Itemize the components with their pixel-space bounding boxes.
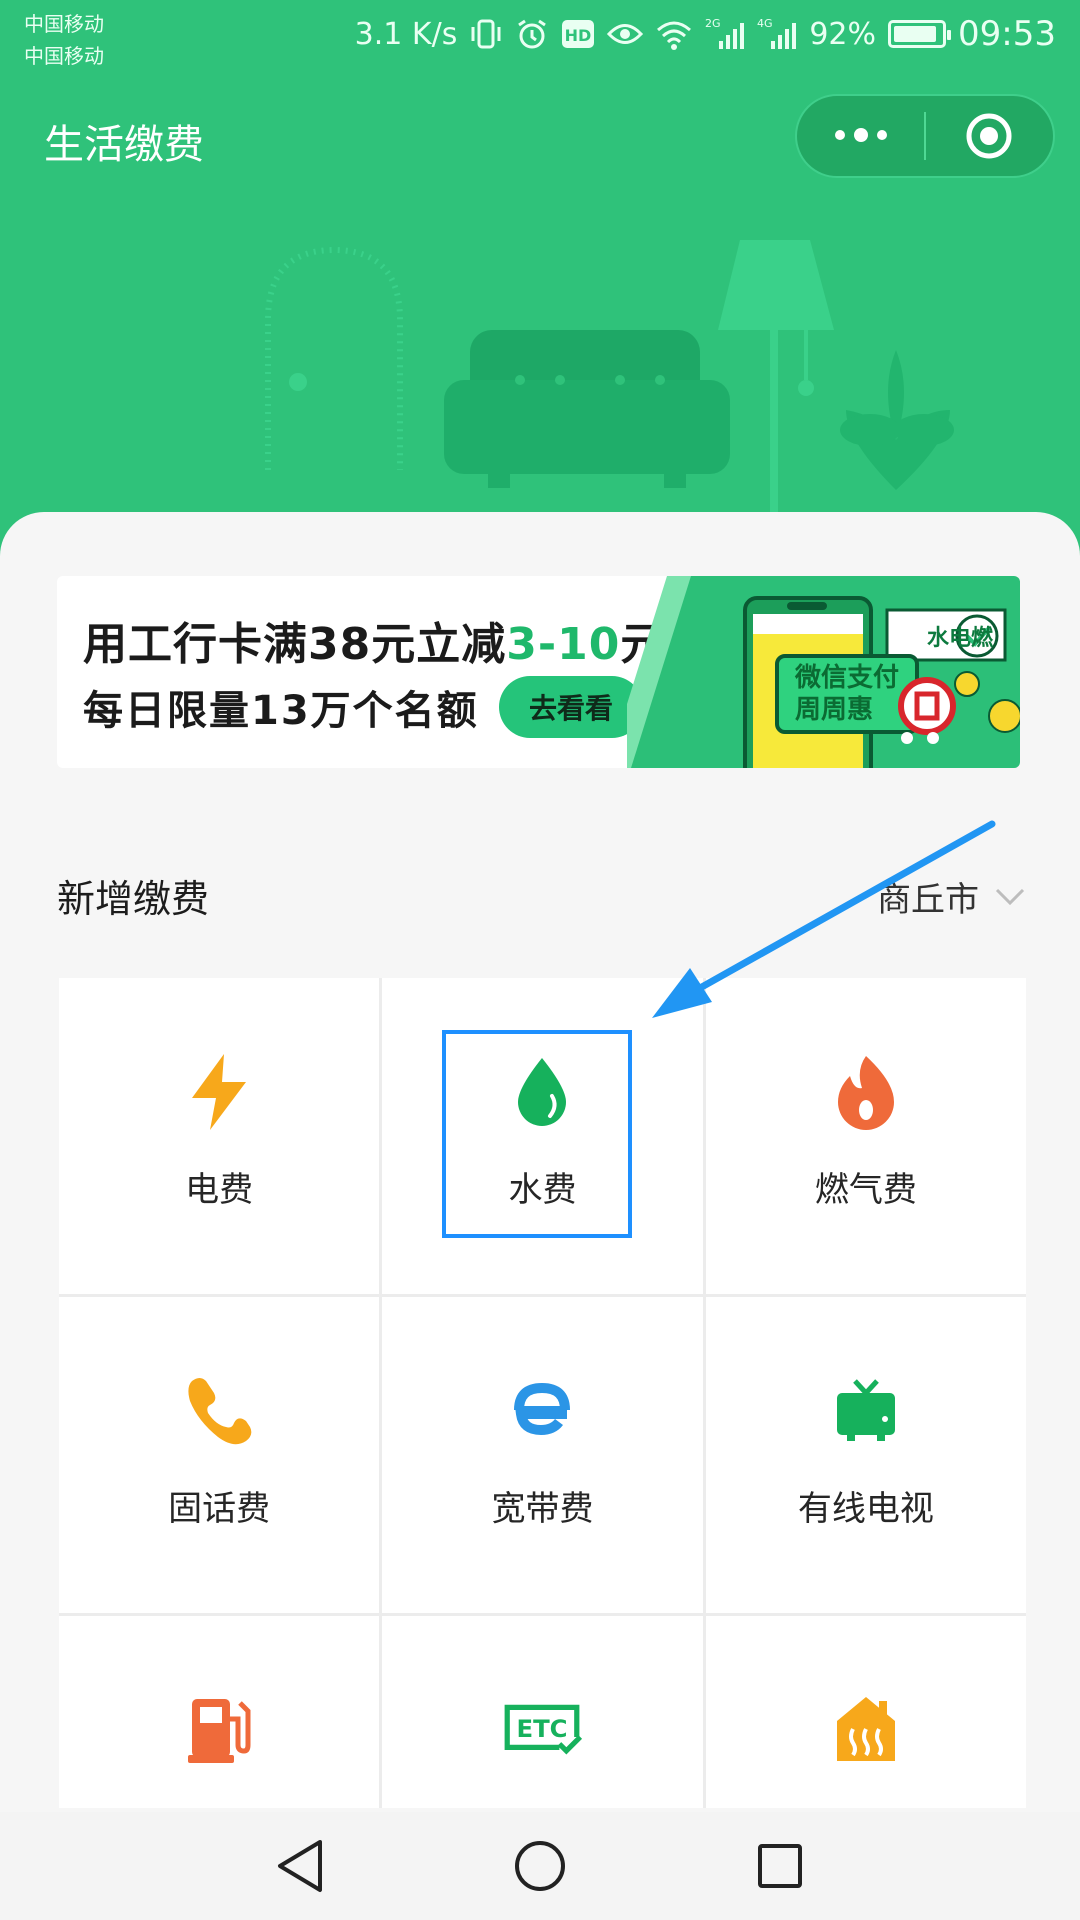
- etc-icon: ETC: [502, 1690, 583, 1770]
- target-circle-icon: [966, 113, 1012, 159]
- living-room-illustration: [265, 240, 954, 516]
- network-speed: 3.1 K/s: [354, 16, 458, 52]
- back-button[interactable]: [260, 1826, 340, 1906]
- main-card: 用工行卡满38元立减3-10元 每日限量13万个名额 去看看 水电燃 微信支付 …: [0, 512, 1080, 1920]
- battery-percent: 92%: [809, 16, 877, 52]
- banner-headline: 用工行卡满38元立减3-10元: [83, 608, 665, 672]
- broadband-e-icon: [502, 1371, 582, 1451]
- vibrate-icon: [469, 17, 503, 51]
- signal-4g-icon: 4G: [757, 17, 797, 51]
- service-tile-broadband[interactable]: 宽带费: [382, 1297, 703, 1613]
- fuel-pump-icon: [179, 1690, 259, 1770]
- alarm-icon: [515, 17, 549, 51]
- battery-icon: [888, 20, 952, 48]
- section-title: 新增缴费: [57, 877, 210, 921]
- service-tile-electricity[interactable]: 电费: [59, 978, 380, 1294]
- service-tile-water[interactable]: 水费: [382, 978, 703, 1294]
- highlight-frame: [442, 1030, 633, 1238]
- banner-amount: 38: [308, 619, 372, 670]
- home-circle-icon: [515, 1841, 565, 1891]
- signal-2g-label: 2G: [705, 17, 721, 30]
- banner-text-mid: 元立减: [371, 619, 507, 670]
- service-tile-heating[interactable]: [705, 1616, 1026, 1808]
- service-label: 固话费: [168, 1489, 271, 1529]
- more-button[interactable]: [797, 96, 924, 176]
- battery-fill: [894, 26, 937, 42]
- service-label: 有线电视: [797, 1489, 934, 1529]
- city-selector[interactable]: 商丘市: [877, 872, 1025, 921]
- signal-4g-label: 4G: [757, 17, 773, 30]
- more-dots-icon: [834, 128, 887, 142]
- service-tile-landline[interactable]: 固话费: [59, 1297, 380, 1613]
- service-tile-gas[interactable]: 燃气费: [705, 978, 1026, 1294]
- mini-program-capsule: [795, 94, 1055, 178]
- chevron-down-icon: [995, 888, 1025, 905]
- recents-square-icon: [758, 1844, 802, 1888]
- city-label: 商丘市: [877, 880, 979, 920]
- status-bar: 中国移动 中国移动 3.1 K/s HD 2G 4G 92% 09:53: [0, 0, 1080, 72]
- banner-discount: 3-10: [506, 619, 621, 670]
- tv-icon: [826, 1371, 906, 1451]
- service-label: 电费: [185, 1170, 254, 1210]
- svg-text:ETC: ETC: [517, 1714, 568, 1743]
- heating-icon: [826, 1690, 906, 1770]
- carrier-2: 中国移动: [24, 44, 104, 68]
- service-label: 燃气费: [814, 1170, 917, 1210]
- wifi-icon: [655, 18, 693, 50]
- banner-text-prefix: 用工行卡满: [83, 619, 308, 670]
- service-grid: 电费 水费 燃气费 固话费 宽带费 有线电视 ETC: [59, 978, 1026, 1808]
- flame-icon: [826, 1052, 906, 1132]
- banner-artwork: 水电燃 微信支付 周周惠: [607, 576, 1020, 768]
- hd-badge-text: HD: [565, 26, 592, 45]
- service-tile-etc[interactable]: ETC: [382, 1616, 703, 1808]
- service-label: 宽带费: [491, 1489, 594, 1529]
- service-tile-fuel[interactable]: [59, 1616, 380, 1808]
- eye-icon: [607, 19, 644, 49]
- clock: 09:53: [958, 14, 1056, 54]
- system-navbar: [0, 1812, 1080, 1920]
- carrier-1: 中国移动: [24, 12, 104, 36]
- banner-go-button[interactable]: 去看看: [499, 676, 643, 738]
- banner-subline: 每日限量13万个名额: [83, 688, 479, 734]
- banner-tag-utilities: 水电燃: [927, 626, 994, 651]
- back-triangle-icon: [278, 1840, 322, 1892]
- close-button[interactable]: [926, 96, 1053, 176]
- hd-icon: HD: [561, 19, 595, 49]
- phone-icon: [179, 1371, 259, 1451]
- service-tile-cable-tv[interactable]: 有线电视: [705, 1297, 1026, 1613]
- header-hero: 中国移动 中国移动 3.1 K/s HD 2G 4G 92% 09:53 生活缴…: [0, 0, 1080, 560]
- page-title: 生活缴费: [44, 122, 204, 168]
- recents-button[interactable]: [740, 1826, 820, 1906]
- lightning-icon: [179, 1052, 259, 1132]
- promo-banner[interactable]: 用工行卡满38元立减3-10元 每日限量13万个名额 去看看 水电燃 微信支付 …: [57, 576, 1020, 768]
- banner-promo-line1: 微信支付: [795, 663, 900, 693]
- signal-2g-icon: 2G: [705, 17, 745, 51]
- banner-promo-line2: 周周惠: [795, 695, 874, 725]
- home-button[interactable]: [500, 1826, 580, 1906]
